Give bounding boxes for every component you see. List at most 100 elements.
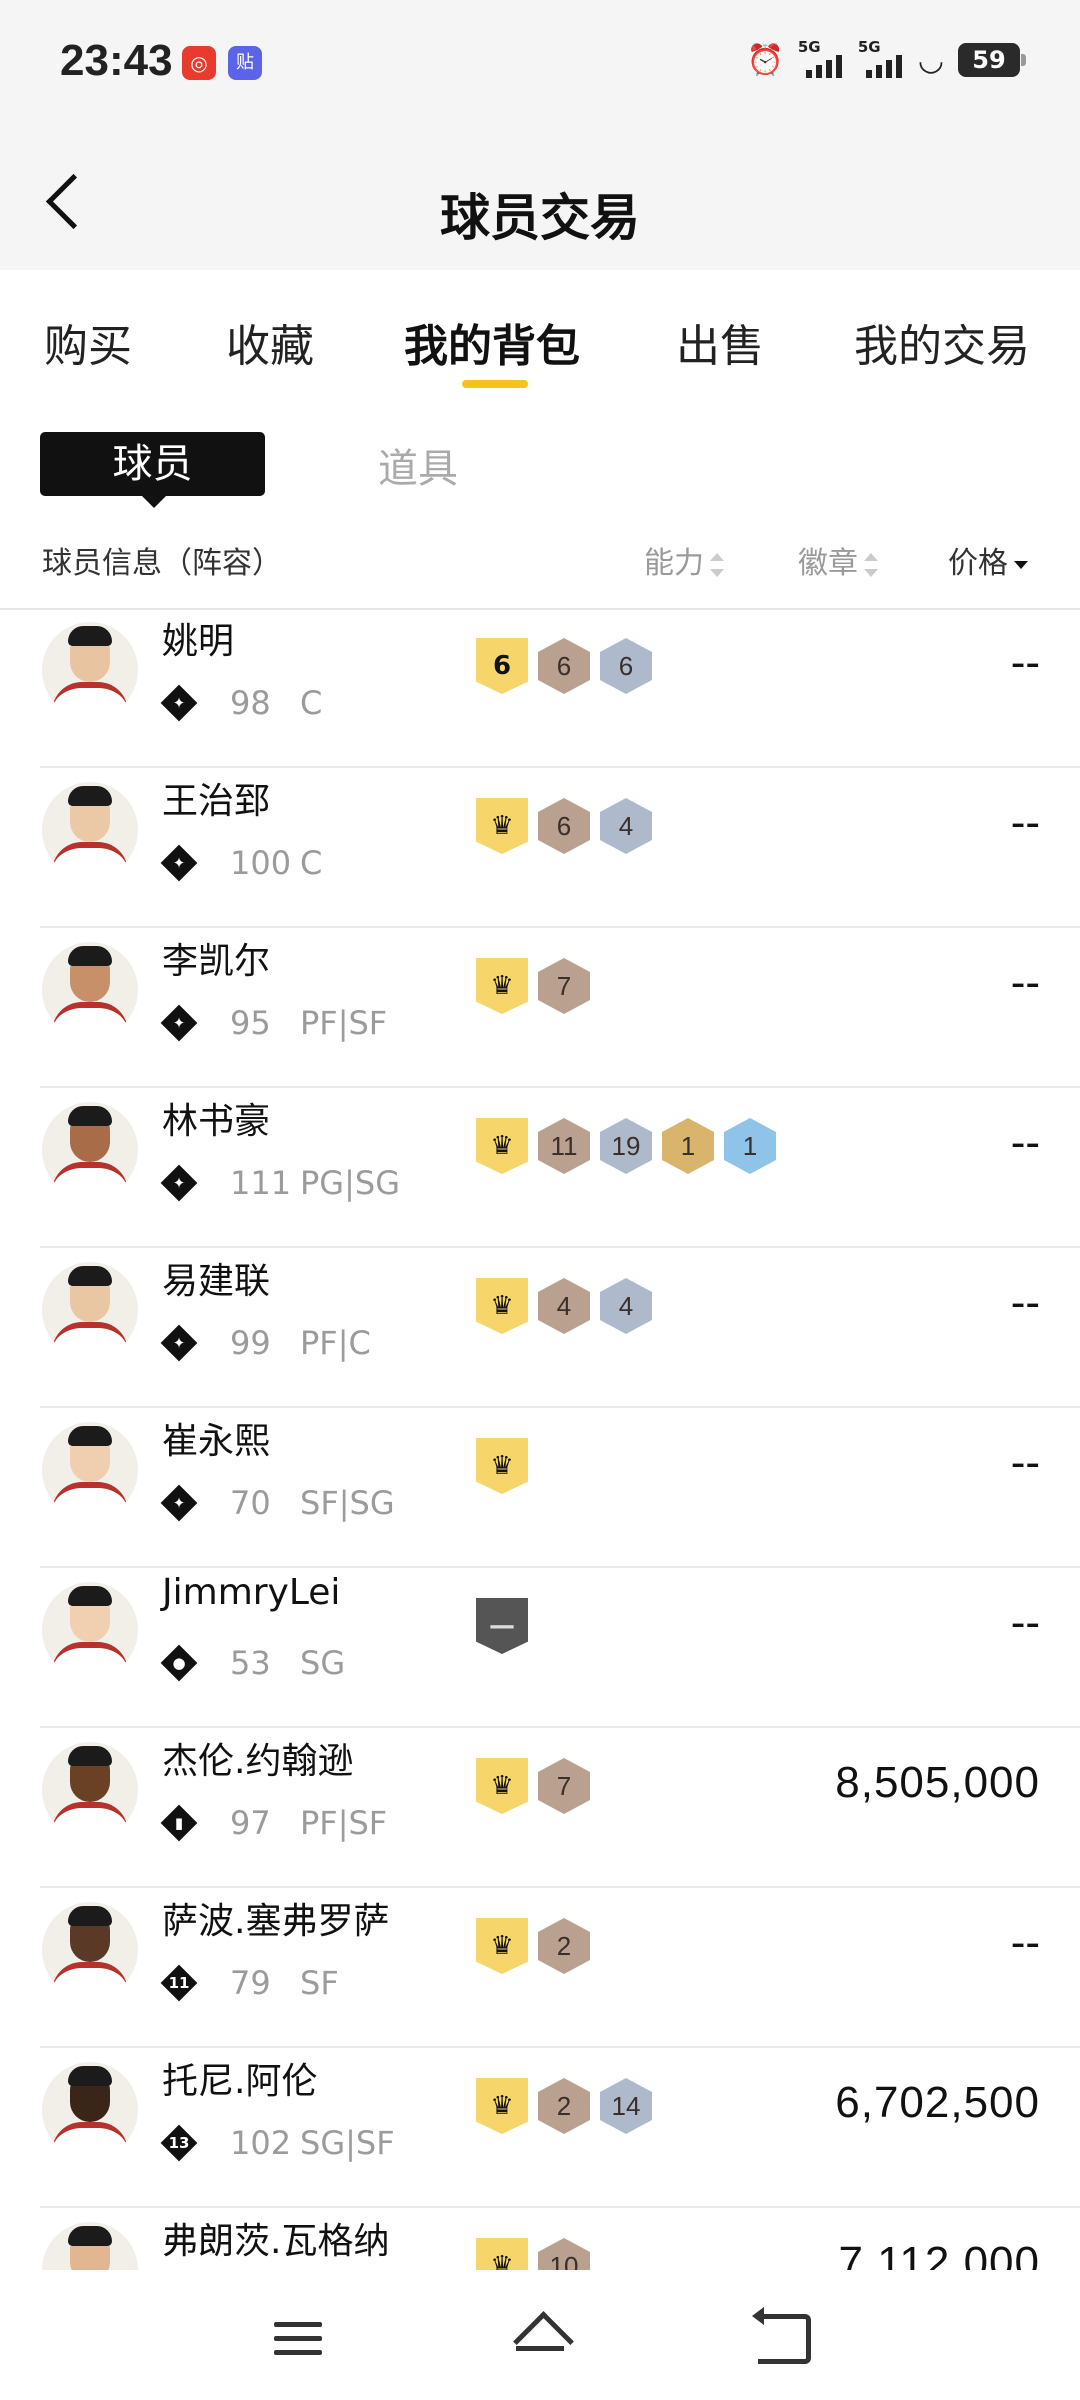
rank-icon: 11 <box>160 1964 198 2002</box>
player-list[interactable]: 姚明 ✦ 98 C 6 6 6 -- 王治郅 ✦ 100 C ♛ 6 4 -- 李凯尔 ✦ 95 PF|SF ♛ 7 -- 林… <box>0 600 1080 2270</box>
player-name: 林书豪 <box>162 1101 271 1142</box>
silver-badge-icon: 4 <box>600 1278 652 1334</box>
player-position: SG <box>300 1644 346 1682</box>
player-rating: 111 <box>230 1164 292 1202</box>
player-price: -- <box>1010 1278 1040 1327</box>
player-price: -- <box>1010 1598 1040 1647</box>
badge-group: ♛ 10 <box>476 2238 590 2270</box>
rank-icon: ▮ <box>160 1804 198 1842</box>
sort-arrows-icon <box>864 552 878 577</box>
rank-icon: ✦ <box>160 1004 198 1042</box>
subtab-items[interactable]: 道具 <box>378 436 458 494</box>
player-avatar <box>42 1422 138 1518</box>
bronze-badge-icon: 10 <box>538 2238 590 2270</box>
badge-group: ♛ 7 <box>476 1758 590 1814</box>
badge-group: 666 <box>476 638 652 694</box>
rank-icon: ✦ <box>160 1324 198 1362</box>
top-area: 23:43 ◎ 贴 ⏰ 5G 5G ◡ 59 球员交易 <box>0 0 1080 270</box>
player-row[interactable]: 林书豪 ✦ 111 PG|SG ♛ 11 19 1 1 -- <box>0 1088 1080 1248</box>
player-price: 7,112,000 <box>838 2238 1040 2270</box>
blue-badge-icon: 1 <box>724 1118 776 1174</box>
main-tabs: 购买 收藏 我的背包 出售 我的交易 <box>0 300 1080 390</box>
menu-icon[interactable] <box>274 2322 322 2364</box>
player-avatar <box>42 942 138 1038</box>
sort-arrows-icon <box>710 552 724 577</box>
player-avatar <box>42 1102 138 1198</box>
badge-group: ♛ 6 4 <box>476 798 652 854</box>
badge-group: ♛ 2 <box>476 1918 590 1974</box>
player-rating: 70 <box>230 1484 271 1522</box>
player-avatar <box>42 1582 138 1678</box>
bronze-badge-icon: 7 <box>538 1758 590 1814</box>
bronze-badge-icon: 6 <box>538 798 590 854</box>
sort-badge-button[interactable]: 徽章 <box>798 538 878 582</box>
player-rating: 53 <box>230 1644 271 1682</box>
subtab-players[interactable]: 球员 <box>40 432 265 508</box>
player-position: PF|SF <box>300 1004 388 1042</box>
rank-icon: 13 <box>160 2124 198 2162</box>
player-avatar <box>42 622 138 718</box>
crown-crest-icon: ♛ <box>476 1758 528 1814</box>
player-position: C <box>300 684 323 722</box>
player-avatar <box>42 2062 138 2158</box>
crown-crest-icon: — <box>476 1598 528 1654</box>
badge-group: ♛ 11 19 1 1 <box>476 1118 776 1174</box>
player-position: PG|SG <box>300 1164 400 1202</box>
crown-crest-icon: ♛ <box>476 1918 528 1974</box>
crown-crest-icon: ♛ <box>476 2238 528 2270</box>
header-player-info: 球员信息（阵容） <box>42 546 282 581</box>
player-rating: 102 <box>230 2124 292 2162</box>
player-row[interactable]: 李凯尔 ✦ 95 PF|SF ♛ 7 -- <box>0 928 1080 1088</box>
status-icons: ⏰ 5G 5G ◡ 59 <box>746 38 1026 80</box>
player-position: SF <box>300 1964 339 2002</box>
silver-badge-icon: 19 <box>600 1118 652 1174</box>
crown-crest-icon: ♛ <box>476 1438 528 1494</box>
badge-group: ♛ 7 <box>476 958 590 1014</box>
netease-music-icon: ◎ <box>182 46 216 80</box>
sort-down-icon <box>1014 553 1028 577</box>
tab-buy[interactable]: 购买 <box>44 310 132 374</box>
sort-price-button[interactable]: 价格 <box>948 538 1028 582</box>
player-rating: 98 <box>230 684 271 722</box>
badge-group: ♛ 4 4 <box>476 1278 652 1334</box>
sort-ability-button[interactable]: 能力 <box>644 538 724 582</box>
player-row[interactable]: 杰伦.约翰逊 ▮ 97 PF|SF ♛ 7 8,505,000 <box>0 1728 1080 1888</box>
player-rating: 99 <box>230 1324 271 1362</box>
crown-crest-icon: ♛ <box>476 1278 528 1334</box>
player-avatar <box>42 2222 138 2270</box>
player-row[interactable]: 崔永熙 ✦ 70 SF|SG ♛ -- <box>0 1408 1080 1568</box>
tieba-icon: 贴 <box>228 46 262 80</box>
rank-icon: ● <box>160 1644 198 1682</box>
player-row[interactable]: 王治郅 ✦ 100 C ♛ 6 4 -- <box>0 768 1080 928</box>
player-row[interactable]: 弗朗茨.瓦格纳 ♛ 10 7,112,000 <box>0 2208 1080 2270</box>
player-row[interactable]: 姚明 ✦ 98 C 6 6 6 -- <box>0 608 1080 768</box>
player-price: -- <box>1010 1918 1040 1967</box>
player-position: SF|SG <box>300 1484 395 1522</box>
tab-my-backpack[interactable]: 我的背包 <box>404 310 580 374</box>
player-name: 托尼.阿伦 <box>162 2061 318 2102</box>
player-name: 易建联 <box>162 1261 271 1302</box>
return-icon[interactable] <box>752 2307 811 2364</box>
player-price: -- <box>1010 1438 1040 1487</box>
active-tab-indicator <box>462 380 528 388</box>
tab-my-trades[interactable]: 我的交易 <box>854 310 1030 374</box>
home-icon[interactable] <box>512 2310 574 2372</box>
player-row[interactable]: 托尼.阿伦 13 102 SG|SF ♛ 2 14 6,702,500 <box>0 2048 1080 2208</box>
player-rating: 95 <box>230 1004 271 1042</box>
player-row[interactable]: 萨波.塞弗罗萨 11 79 SF ♛ 2 -- <box>0 1888 1080 2048</box>
tab-favorites[interactable]: 收藏 <box>226 310 314 374</box>
player-avatar <box>42 1262 138 1358</box>
player-row[interactable]: JimmryLei ● 53 SG — -- <box>0 1568 1080 1728</box>
tab-sell[interactable]: 出售 <box>676 310 764 374</box>
bronze-badge-icon: 7 <box>538 958 590 1014</box>
player-name: 萨波.塞弗罗萨 <box>162 1901 390 1942</box>
page-title: 球员交易 <box>440 189 640 247</box>
bronze-badge-icon: 2 <box>538 2078 590 2134</box>
crown-crest-icon: ♛ <box>476 958 528 1014</box>
badge-group: ♛ <box>476 1438 528 1494</box>
rank-icon: ✦ <box>160 1484 198 1522</box>
system-nav-bar <box>0 2270 1080 2400</box>
player-price: -- <box>1010 1118 1040 1167</box>
player-row[interactable]: 易建联 ✦ 99 PF|C ♛ 4 4 -- <box>0 1248 1080 1408</box>
player-rating: 100 <box>230 844 292 882</box>
